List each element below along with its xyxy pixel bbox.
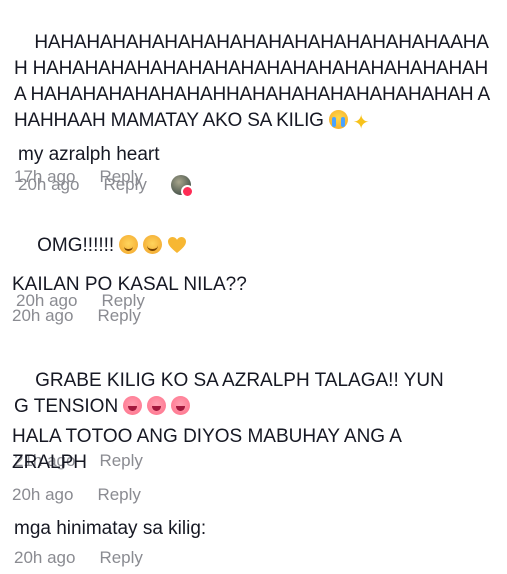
flushed-face-icon: [123, 396, 143, 415]
reply-button[interactable]: Reply: [99, 547, 142, 569]
comment-meta: 20h ago Reply: [14, 547, 507, 569]
comment-timestamp: 20h ago: [12, 306, 74, 325]
reply-button[interactable]: Reply: [97, 484, 140, 506]
comment-item: HALA TOTOO ANG DIYOS MABUHAY ANG AZRALPH…: [12, 424, 412, 506]
comment-text: KAILAN PO KASAL NILA??: [12, 274, 247, 295]
comment-text-line: OMG!!!!!!: [37, 235, 115, 256]
comment-meta: 20h ago Reply: [12, 305, 507, 327]
comment-text-line: HAHAHAHAHAHAHAHAHAHAHAHAHAHAHAHAAHAH HAH…: [14, 32, 490, 131]
comment-text: my azralph heart: [18, 144, 160, 165]
smiling-face-icon: [143, 235, 163, 254]
comment-timestamp: 20h ago: [14, 548, 76, 567]
yellow-heart-icon: [167, 236, 187, 254]
comment-text: HALA TOTOO ANG DIYOS MABUHAY ANG AZRALPH: [12, 426, 402, 473]
flushed-face-icon: [147, 396, 167, 415]
comment-item: my azralph heart 20h ago Reply: [18, 142, 507, 198]
comment-item: mga hinimatay sa kilig: 20h ago Reply: [14, 516, 507, 569]
comment-text: HAHAHAHAHAHAHAHAHAHAHAHAHAHAHAHAAHAH HAH…: [14, 4, 494, 160]
comment-timestamp: 20h ago: [12, 485, 74, 504]
comment-meta: 20h ago Reply: [18, 174, 507, 198]
heart-badge-icon: [180, 185, 194, 198]
comment-item: KAILAN PO KASAL NILA?? 20h ago Reply: [12, 272, 507, 327]
comment-text-line: GRABE KILIG KO SA AZRALPH TALAGA!! YUNG …: [14, 370, 444, 417]
crying-face-icon: [328, 110, 348, 129]
comment-text: mga hinimatay sa kilig:: [14, 518, 207, 539]
pleading-face-icon: [119, 235, 139, 254]
creator-liked-avatar: [170, 175, 194, 198]
comment-meta: 20h ago Reply: [12, 484, 412, 506]
comment-timestamp: 20h ago: [18, 175, 80, 194]
reply-button[interactable]: Reply: [97, 305, 140, 327]
reply-button[interactable]: Reply: [103, 174, 146, 196]
sparkles-icon: ✦: [352, 112, 370, 134]
flushed-face-icon: [171, 396, 191, 415]
